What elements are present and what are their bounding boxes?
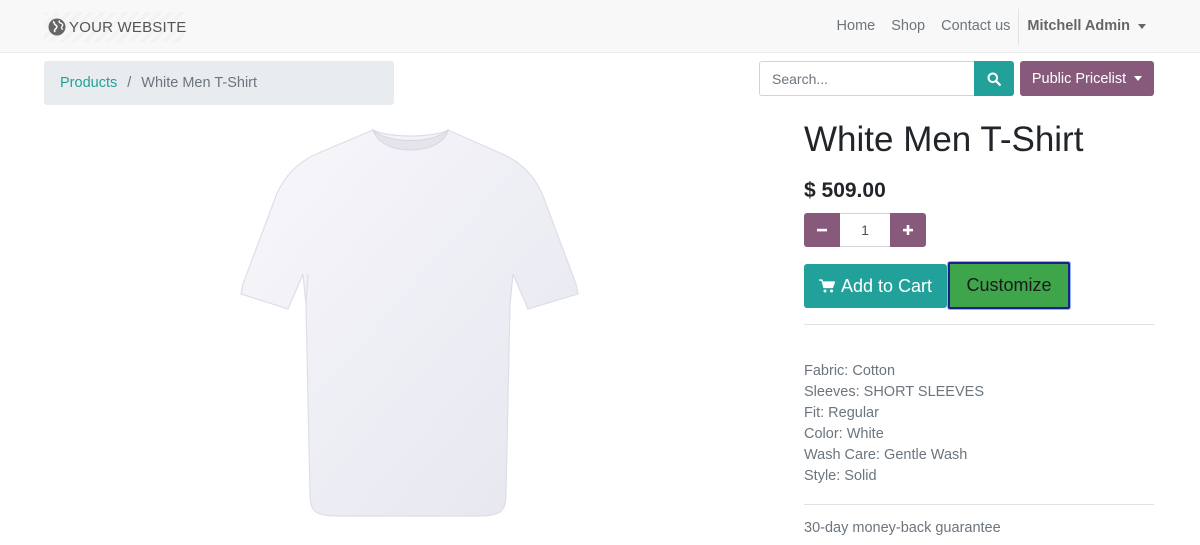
divider: [804, 504, 1154, 505]
top-navbar: YOUR WEBSITE Home Shop Contact us Mitche…: [0, 0, 1200, 53]
shopping-cart-icon: [818, 279, 835, 293]
nav-link-contact[interactable]: Contact us: [933, 0, 1018, 53]
quantity-stepper: 1: [804, 213, 926, 247]
breadcrumb-current: White Men T-Shirt: [141, 75, 258, 91]
product-image: [240, 128, 579, 517]
nav-link-shop[interactable]: Shop: [883, 0, 933, 53]
chevron-down-icon: [1138, 24, 1146, 29]
spec-color: Color: White: [804, 426, 884, 442]
decrease-quantity-button[interactable]: [804, 213, 840, 247]
main-nav: Home Shop Contact us Mitchell Admin: [829, 0, 1200, 53]
breadcrumb-divider: /: [127, 75, 132, 91]
customize-label: Customize: [966, 275, 1052, 295]
divider: [804, 324, 1154, 325]
plus-icon: [903, 225, 913, 235]
chevron-down-icon: [1134, 76, 1143, 81]
breadcrumb-products-link[interactable]: Products: [60, 75, 117, 91]
globe-icon: [48, 18, 66, 36]
product-search: [759, 61, 1014, 96]
customize-button[interactable]: Customize: [948, 262, 1070, 309]
site-logo[interactable]: YOUR WEBSITE: [47, 15, 186, 39]
product-title: White Men T-Shirt: [804, 120, 1084, 159]
minus-icon: [817, 228, 827, 232]
increase-quantity-button[interactable]: [890, 213, 926, 247]
search-input[interactable]: [759, 61, 974, 96]
quantity-input[interactable]: 1: [840, 213, 890, 247]
nav-link-home[interactable]: Home: [829, 0, 884, 53]
search-button[interactable]: [974, 61, 1014, 96]
spec-wash-care: Wash Care: Gentle Wash: [804, 447, 968, 463]
product-price: $ 509.00: [804, 179, 886, 202]
product-specs: Fabric: Cotton Sleeves: SHORT SLEEVES Fi…: [804, 361, 984, 487]
spec-fabric: Fabric: Cotton: [804, 363, 896, 379]
spec-fit: Fit: Regular: [804, 405, 879, 421]
spec-style: Style: Solid: [804, 468, 877, 484]
guarantee-text: 30-day money-back guarantee: [804, 520, 1001, 536]
search-icon: [987, 72, 1001, 86]
brand-name: YOUR WEBSITE: [69, 18, 187, 36]
pricelist-dropdown[interactable]: Public Pricelist: [1020, 61, 1154, 96]
user-name: Mitchell Admin: [1027, 18, 1130, 34]
add-to-cart-button[interactable]: Add to Cart: [804, 264, 947, 308]
add-to-cart-label: Add to Cart: [840, 275, 933, 296]
breadcrumb: Products / White Men T-Shirt: [44, 61, 394, 105]
spec-sleeves: Sleeves: SHORT SLEEVES: [804, 384, 984, 400]
user-menu[interactable]: Mitchell Admin: [1019, 0, 1200, 53]
pricelist-label: Public Pricelist: [1031, 70, 1127, 87]
